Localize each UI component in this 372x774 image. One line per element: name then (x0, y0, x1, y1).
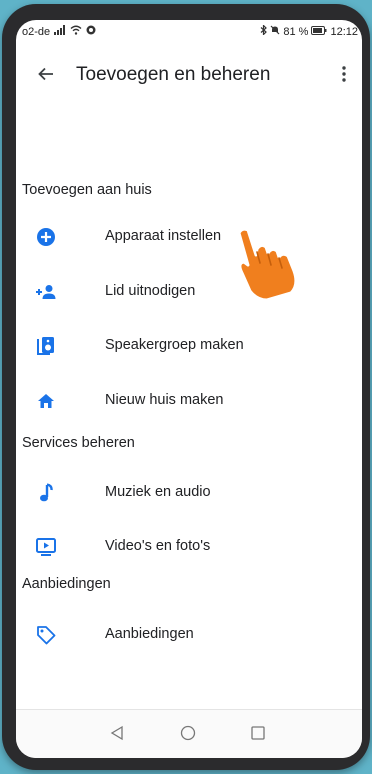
add-circle-icon (35, 226, 57, 248)
menu-item-videos-photos[interactable]: Video's en foto's (16, 526, 362, 566)
nav-home-button[interactable] (177, 722, 199, 744)
phone-screen: o2-de 81 % 12:12 Toevoegen en beheren To… (16, 20, 362, 758)
pointing-hand-icon (217, 205, 307, 302)
menu-item-label: Speakergroep maken (105, 337, 244, 353)
menu-item-label: Muziek en audio (105, 484, 211, 500)
nav-back-button[interactable] (106, 722, 128, 744)
speaker-group-icon (35, 335, 57, 357)
more-vert-icon (342, 66, 346, 82)
clock: 12:12 (330, 25, 358, 38)
bluetooth-icon (260, 24, 268, 38)
person-add-icon (35, 281, 57, 303)
arrow-back-icon (38, 67, 53, 81)
system-navigation-bar (16, 709, 362, 758)
page-title: Toevoegen en beheren (76, 64, 271, 85)
menu-item-set-up-device[interactable]: Apparaat instellen (16, 216, 362, 256)
wifi-icon (70, 25, 82, 38)
section-heading-manage-services: Services beheren (22, 435, 135, 451)
menu-item-offers[interactable]: Aanbiedingen (16, 614, 362, 654)
triangle-back-icon (110, 725, 123, 741)
menu-item-create-speaker-group[interactable]: Speakergroep maken (16, 325, 362, 365)
notification-icon (86, 25, 96, 38)
menu-item-label: Nieuw huis maken (105, 392, 224, 408)
menu-item-label: Video's en foto's (105, 538, 211, 554)
menu-item-create-new-home[interactable]: Nieuw huis maken (16, 380, 362, 420)
nav-recents-button[interactable] (247, 722, 269, 744)
menu-item-music-audio[interactable]: Muziek en audio (16, 472, 362, 512)
phone-frame: o2-de 81 % 12:12 Toevoegen en beheren To… (2, 4, 370, 770)
mute-icon (270, 25, 280, 38)
status-bar: o2-de 81 % 12:12 (16, 20, 362, 42)
more-options-button[interactable] (332, 62, 356, 86)
carrier-label: o2-de (22, 25, 51, 38)
back-button[interactable] (34, 62, 58, 86)
video-icon (35, 536, 57, 558)
music-note-icon (35, 482, 57, 504)
menu-item-label: Aanbiedingen (105, 626, 194, 642)
signal-icon (54, 25, 66, 38)
menu-item-label: Apparaat instellen (105, 228, 222, 244)
menu-item-invite-member[interactable]: Lid uitnodigen (16, 271, 362, 311)
home-icon (35, 390, 57, 412)
circle-home-icon (180, 725, 196, 741)
app-bar: Toevoegen en beheren (16, 56, 362, 94)
tag-icon (35, 624, 57, 646)
square-recents-icon (251, 726, 265, 740)
battery-icon (311, 25, 327, 38)
menu-item-label: Lid uitnodigen (105, 283, 196, 299)
battery-label: 81 % (283, 25, 309, 38)
section-heading-add-to-home: Toevoegen aan huis (22, 182, 152, 198)
section-heading-offers: Aanbiedingen (22, 576, 111, 592)
